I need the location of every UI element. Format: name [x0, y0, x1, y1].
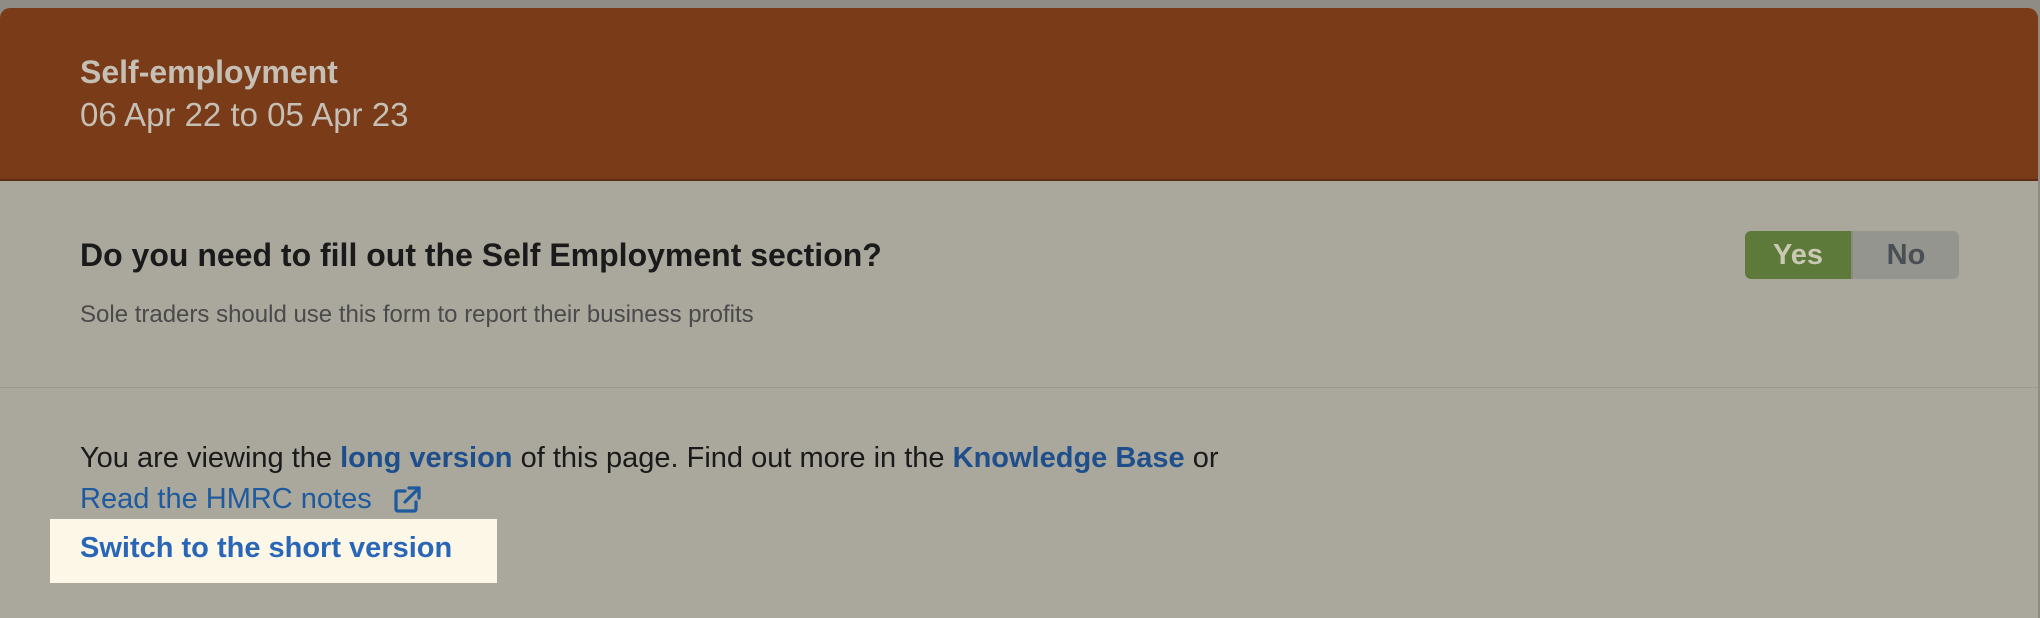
hmrc-notes-link[interactable]: Read the HMRC notes: [80, 483, 422, 516]
yes-button[interactable]: Yes: [1745, 231, 1853, 279]
knowledge-base-link[interactable]: Knowledge Base: [953, 442, 1185, 474]
info-prefix: You are viewing the: [80, 442, 341, 474]
yes-no-toggle: Yes No: [1745, 231, 1959, 279]
switch-version-button[interactable]: Switch to the short version: [50, 519, 497, 583]
hmrc-notes-label: Read the HMRC notes: [80, 483, 372, 515]
tax-year-range: 06 Apr 22 to 05 Apr 23: [80, 96, 409, 133]
section-header: Self-employment 06 Apr 22 to 05 Apr 23: [0, 8, 2038, 181]
question-section: Do you need to fill out the Self Employm…: [0, 181, 2038, 388]
external-link-icon: [392, 485, 422, 515]
no-button[interactable]: No: [1853, 231, 1959, 279]
self-employment-card: Self-employment 06 Apr 22 to 05 Apr 23 D…: [0, 8, 2038, 618]
question-text: Do you need to fill out the Self Employm…: [80, 237, 882, 273]
section-title: Self-employment: [80, 54, 338, 90]
version-info-section: You are viewing the long version of this…: [0, 388, 2038, 618]
info-middle: of this page. Find out more in the: [512, 442, 953, 474]
long-version-link[interactable]: long version: [340, 442, 512, 474]
version-info-text: You are viewing the long version of this…: [80, 442, 1219, 475]
question-hint: Sole traders should use this form to rep…: [80, 301, 754, 328]
switch-version-label: Switch to the short version: [80, 532, 453, 564]
info-suffix: or: [1184, 442, 1219, 474]
